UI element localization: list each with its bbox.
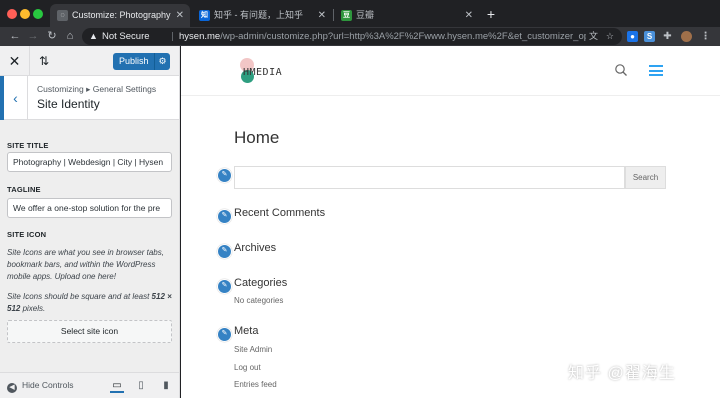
- edit-shortcut-pencil-icon[interactable]: ✎: [217, 327, 232, 342]
- site-icon-label: SITE ICON: [7, 230, 47, 239]
- meta-link-log-out[interactable]: Log out: [234, 363, 261, 372]
- hide-controls-button[interactable]: ◀ Hide Controls: [7, 380, 74, 393]
- profile-avatar[interactable]: [681, 31, 692, 42]
- extensions-puzzle-icon[interactable]: ✚: [662, 31, 673, 42]
- url-text[interactable]: hysen.me/wp-admin/customize.php?url=http…: [179, 28, 586, 45]
- categories-heading: Categories: [234, 277, 288, 289]
- reload-icon[interactable]: ↻: [44, 27, 60, 46]
- forward-arrow-icon[interactable]: →: [25, 27, 41, 46]
- omnibox-divider: [172, 32, 173, 41]
- hamburger-menu-icon[interactable]: [649, 65, 663, 76]
- sidebar-search-input[interactable]: [234, 166, 625, 189]
- zhihu-watermark: 知乎 @翟海生: [568, 365, 676, 382]
- browser-menu-icon[interactable]: ⋮: [700, 31, 711, 42]
- browser-tab-customize[interactable]: ◌ Customize: Photography | Web ✕: [50, 4, 190, 27]
- collapse-arrow-icon: ◀: [7, 383, 17, 393]
- publish-button[interactable]: Publish ⚙: [113, 53, 170, 70]
- breadcrumb: Customizing ▸ General Settings: [37, 84, 157, 94]
- minimize-window-button[interactable]: [20, 9, 30, 19]
- extension-s-icon[interactable]: S: [644, 31, 655, 42]
- wordpress-favicon-icon: ◌: [57, 10, 68, 21]
- publish-settings-gear-icon[interactable]: ⚙: [154, 53, 170, 70]
- desktop-preview-icon[interactable]: ▭: [110, 379, 124, 393]
- site-icon-description: Site Icons are what you see in browser t…: [7, 248, 164, 281]
- tab-title: 知乎 - 有问题，上知乎: [214, 10, 303, 20]
- fullscreen-window-button[interactable]: [33, 9, 43, 19]
- edit-shortcut-pencil-icon[interactable]: ✎: [217, 168, 232, 183]
- extension-blue-icon[interactable]: ●: [627, 31, 638, 42]
- browser-tab-strip: ◌ Customize: Photography | Web ✕ 知 知乎 - …: [0, 0, 720, 27]
- search-icon[interactable]: [614, 63, 628, 77]
- meta-heading: Meta: [234, 325, 259, 337]
- warning-triangle-icon[interactable]: ▲: [89, 28, 98, 45]
- archives-heading: Archives: [234, 242, 277, 254]
- new-tab-button[interactable]: +: [484, 4, 498, 24]
- edit-shortcut-pencil-icon[interactable]: ✎: [217, 209, 232, 224]
- section-title: Site Identity: [37, 97, 100, 111]
- tab-title: Customize: Photography | Web: [72, 10, 172, 20]
- tagline-label: TAGLINE: [7, 185, 41, 194]
- zhihu-favicon-icon: 知: [199, 10, 210, 21]
- page-heading: Home: [234, 128, 280, 147]
- categories-empty-text: No categories: [234, 296, 284, 305]
- site-title-input[interactable]: Photography | Webdesign | City | Hysen: [7, 152, 172, 172]
- meta-link-entries-feed[interactable]: Entries feed: [234, 380, 277, 389]
- mobile-preview-icon[interactable]: ▮: [159, 379, 173, 393]
- meta-link-site-admin[interactable]: Site Admin: [234, 345, 272, 354]
- close-tab-icon[interactable]: ✕: [176, 4, 184, 27]
- close-window-button[interactable]: [7, 9, 17, 19]
- bookmark-star-icon[interactable]: ☆: [606, 28, 614, 45]
- select-site-icon-button[interactable]: Select site icon: [7, 320, 172, 343]
- address-bar[interactable]: ▲ Not Secure hysen.me/wp-admin/customize…: [82, 28, 622, 45]
- back-chevron-icon[interactable]: ‹: [0, 76, 28, 120]
- browser-tab-douban[interactable]: 豆 豆瓣 ✕: [334, 4, 479, 27]
- browser-tab-zhihu[interactable]: 知 知乎 - 有问题，上知乎 ✕: [192, 4, 332, 27]
- edit-shortcut-pencil-icon[interactable]: ✎: [217, 279, 232, 294]
- reorder-arrows-icon[interactable]: ⇅: [30, 46, 58, 76]
- back-arrow-icon[interactable]: ←: [7, 27, 23, 46]
- close-tab-icon[interactable]: ✕: [318, 4, 326, 27]
- customizer-sidebar: ✕ ⇅ Publish ⚙ ‹ Customizing ▸ General Se…: [0, 46, 180, 398]
- site-icon-size-note: Site Icons should be square and at least…: [7, 291, 177, 315]
- security-status[interactable]: Not Secure: [102, 28, 150, 45]
- translate-icon[interactable]: 文: [589, 28, 598, 45]
- tab-title: 豆瓣: [356, 10, 375, 20]
- publish-label: Publish: [119, 56, 149, 66]
- douban-favicon-icon: 豆: [341, 10, 352, 21]
- edit-shortcut-pencil-icon[interactable]: ✎: [217, 244, 232, 259]
- tablet-preview-icon[interactable]: ▯: [134, 379, 148, 393]
- url-path: /wp-admin/customize.php?url=http%3A%2F%2…: [220, 31, 586, 42]
- tagline-input[interactable]: We offer a one-stop solution for the pre: [7, 198, 172, 218]
- recent-comments-heading: Recent Comments: [234, 207, 326, 219]
- customizer-footer: ◀ Hide Controls ▭ ▯ ▮: [0, 372, 179, 398]
- hide-controls-label: Hide Controls: [22, 380, 74, 390]
- url-domain: hysen.me: [179, 31, 221, 42]
- size-note-suffix: pixels.: [20, 304, 46, 313]
- sidebar-search-button[interactable]: Search: [625, 166, 666, 189]
- logo-text: HMEDIA: [243, 67, 283, 78]
- section-header: ‹ Customizing ▸ General Settings Site Id…: [0, 76, 179, 120]
- site-logo[interactable]: HMEDIA: [235, 58, 295, 86]
- close-customizer-icon[interactable]: ✕: [0, 46, 30, 76]
- home-icon[interactable]: ⌂: [62, 27, 78, 46]
- size-note-prefix: Site Icons should be square and at least: [7, 292, 152, 301]
- browser-toolbar: ← → ↻ ⌂ ▲ Not Secure hysen.me/wp-admin/c…: [0, 27, 720, 46]
- close-tab-icon[interactable]: ✕: [465, 4, 473, 27]
- customizer-header: ✕ ⇅ Publish ⚙: [0, 46, 179, 76]
- site-header: HMEDIA: [181, 46, 720, 96]
- site-title-label: SITE TITLE: [7, 141, 49, 150]
- site-preview: HMEDIA Home ✎ Search ✎ Recent Comments ✎…: [181, 46, 720, 398]
